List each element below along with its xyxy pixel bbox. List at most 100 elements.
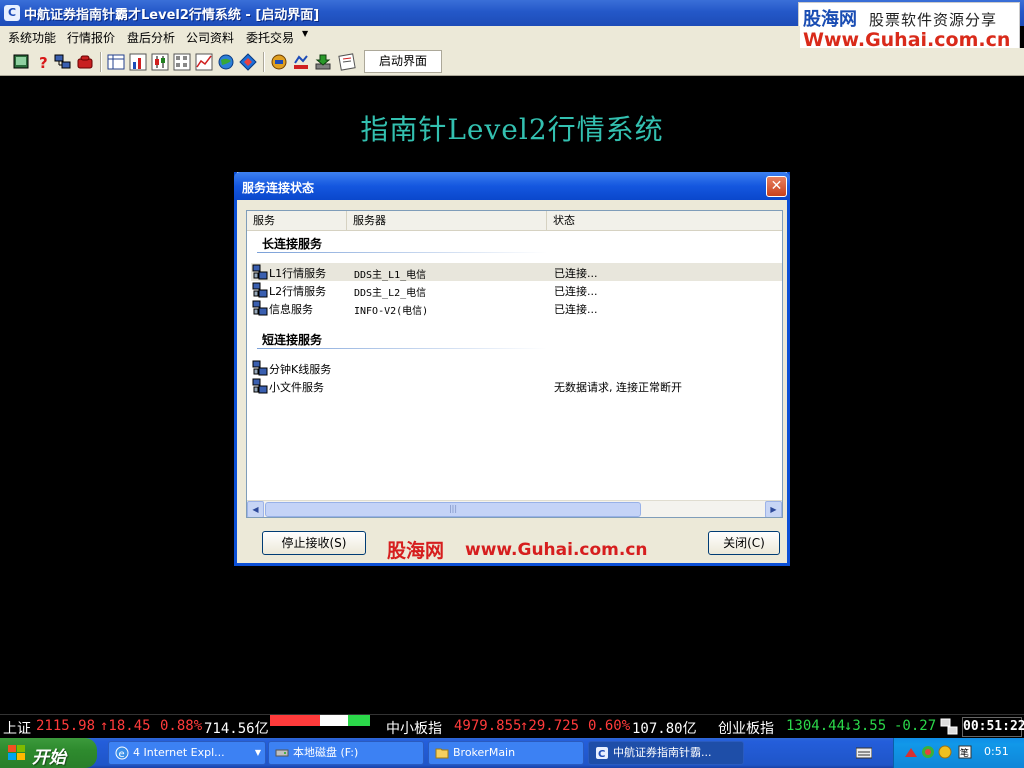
list-item[interactable]: 分钟K线服务	[251, 359, 782, 377]
phone-icon[interactable]	[76, 53, 94, 71]
svg-text:e: e	[119, 749, 125, 760]
menu-system[interactable]: 系统功能	[8, 29, 56, 46]
menu-trading[interactable]: 委托交易	[246, 29, 294, 46]
folder-icon	[435, 748, 449, 759]
ticker-gem-change: ↓3.55	[844, 718, 887, 734]
news-icon[interactable]	[338, 53, 356, 71]
group-divider	[257, 348, 547, 349]
menu-quotes[interactable]: 行情报价	[67, 29, 115, 46]
server-icon	[252, 360, 268, 376]
scroll-left-icon[interactable]: ◀	[247, 501, 264, 517]
app-icon: C	[4, 5, 20, 21]
server-icon	[252, 282, 268, 298]
ticker-sme-pct: 0.60%	[588, 718, 631, 734]
system-tray: 笔 0:51	[893, 738, 1024, 768]
kline-icon[interactable]	[151, 53, 169, 71]
service-state: 已连接...	[554, 285, 598, 298]
svg-text:C: C	[598, 749, 605, 760]
service-list: 服务 服务器 状态 长连接服务 L1行情服务 DDS主_L1_电信 已连接...…	[246, 210, 783, 518]
service-state: 无数据请求, 连接正常断开	[554, 381, 682, 394]
network-icon[interactable]	[54, 53, 72, 71]
app-icon: C	[596, 747, 608, 760]
column-header-server[interactable]: 服务器	[347, 211, 547, 231]
quote-table-icon[interactable]	[107, 53, 125, 71]
scroll-right-icon[interactable]: ▶	[765, 501, 782, 517]
help-icon[interactable]: ?	[34, 53, 52, 71]
screen-icon[interactable]	[12, 53, 30, 71]
stop-receive-button[interactable]: 停止接收(S)	[262, 531, 366, 555]
column-header-service[interactable]: 服务	[247, 211, 347, 231]
taskbar-item-drive[interactable]: 本地磁盘 (F:)	[268, 741, 424, 765]
dialog-close-icon[interactable]: ✕	[766, 176, 787, 197]
toolbar: ? 启动界面	[0, 48, 1024, 76]
list-item[interactable]: 小文件服务 无数据请求, 连接正常断开	[251, 377, 782, 395]
tray-arrow-icon[interactable]	[904, 745, 918, 759]
network-status-icon[interactable]	[940, 718, 958, 735]
taskbar-item-app[interactable]: C 中航证券指南针霸...	[588, 741, 744, 765]
close-button[interactable]: 关闭(C)	[708, 531, 780, 555]
dialog-title-bar[interactable]: 服务连接状态 ✕	[234, 172, 790, 200]
drive-icon	[275, 749, 289, 757]
up-down-ratio-bar	[270, 715, 370, 726]
ticker-gem-pct: -0.27	[894, 718, 937, 734]
column-header-status[interactable]: 状态	[547, 211, 782, 231]
server-name: DDS主_L1_电信	[354, 270, 427, 281]
windows-logo-icon	[8, 745, 25, 760]
ticker-sme-label: 中小板指	[386, 721, 442, 737]
start-label: 开始	[32, 748, 66, 768]
ticker-sh-amount: 714.56亿	[204, 721, 269, 737]
list-item[interactable]: 信息服务 INFO-V2(电信) 已连接...	[251, 299, 782, 317]
service-state: 已连接...	[554, 267, 598, 280]
window-title: 中航证券指南针霸才Level2行情系统 - [启动界面]	[24, 8, 320, 23]
tray-clock: 0:51	[984, 745, 1009, 758]
menu-dropdown-arrow-icon[interactable]: ▼	[302, 29, 308, 38]
watermark-slogan: 股票软件资源分享	[869, 11, 998, 29]
screen: { "window": { "title": "中航证券指南针霸才Level2行…	[0, 0, 1024, 768]
service-name: 分钟K线服务	[269, 363, 332, 376]
diamond-icon[interactable]	[239, 53, 257, 71]
server-name: INFO-V2(电信)	[354, 306, 429, 317]
ticker-sh-change: ↑18.45	[100, 718, 151, 734]
taskbar-item-folder[interactable]: BrokerMain	[428, 741, 584, 765]
dropdown-arrow-icon: ▼	[254, 748, 261, 757]
watermark-banner: 股海网 股票软件资源分享 Www.Guhai.com.cn	[798, 2, 1020, 52]
watermark-brand: 股海网	[803, 9, 857, 30]
overlay-watermark-brand: 股海网	[387, 540, 445, 562]
tray-app-icon[interactable]	[921, 745, 935, 759]
keyboard-icon[interactable]	[856, 747, 872, 759]
stock-select-icon[interactable]	[292, 53, 310, 71]
horizontal-scrollbar[interactable]: ◀ ||| ▶	[247, 500, 782, 517]
ticker-sme-change: ↑29.725	[520, 718, 580, 734]
list-header: 服务 服务器 状态	[247, 211, 782, 231]
dialog-title: 服务连接状态	[242, 181, 315, 195]
tray-ime-icon[interactable]: 笔	[958, 745, 972, 759]
taskbar-item-label: BrokerMain	[453, 746, 516, 759]
tray-ie-icon[interactable]	[938, 745, 952, 759]
service-state: 已连接...	[554, 303, 598, 316]
start-button[interactable]: 开始	[0, 738, 97, 768]
menu-company-info[interactable]: 公司资料	[186, 29, 234, 46]
server-icon	[252, 264, 268, 280]
ie-icon: e	[115, 746, 129, 760]
ticker-sme-amount: 107.80亿	[632, 721, 697, 737]
trend-line-icon[interactable]	[195, 53, 213, 71]
ticker-gem-label: 创业板指	[718, 721, 774, 737]
list-item[interactable]: L1行情服务 DDS主_L1_电信 已连接...	[251, 263, 782, 281]
bar-chart-icon[interactable]	[129, 53, 147, 71]
globe-icon[interactable]	[217, 53, 235, 71]
taskbar: 开始 e 4 Internet Expl... ▼ 本地磁盘 (F:) Brok…	[0, 738, 1024, 768]
taskbar-item-ie[interactable]: e 4 Internet Expl... ▼	[108, 741, 266, 765]
list-item[interactable]: L2行情服务 DDS主_L2_电信 已连接...	[251, 281, 782, 299]
service-status-dialog: 服务连接状态 ✕ 服务 服务器 状态 长连接服务 L1行情服务 DDS主_L1_…	[234, 172, 790, 566]
trade-icon[interactable]	[270, 53, 288, 71]
grid-icon[interactable]	[173, 53, 191, 71]
toolbar-separator	[100, 52, 102, 72]
download-icon[interactable]	[314, 53, 332, 71]
service-name: L2行情服务	[269, 285, 327, 298]
main-heading: 指南针Level2行情系统	[360, 113, 664, 146]
tab-startup-screen[interactable]: 启动界面	[364, 50, 442, 73]
taskbar-item-label: 本地磁盘 (F:)	[293, 746, 359, 759]
scroll-thumb[interactable]: |||	[265, 502, 641, 517]
menu-analysis[interactable]: 盘后分析	[127, 29, 175, 46]
group-divider	[257, 252, 547, 253]
